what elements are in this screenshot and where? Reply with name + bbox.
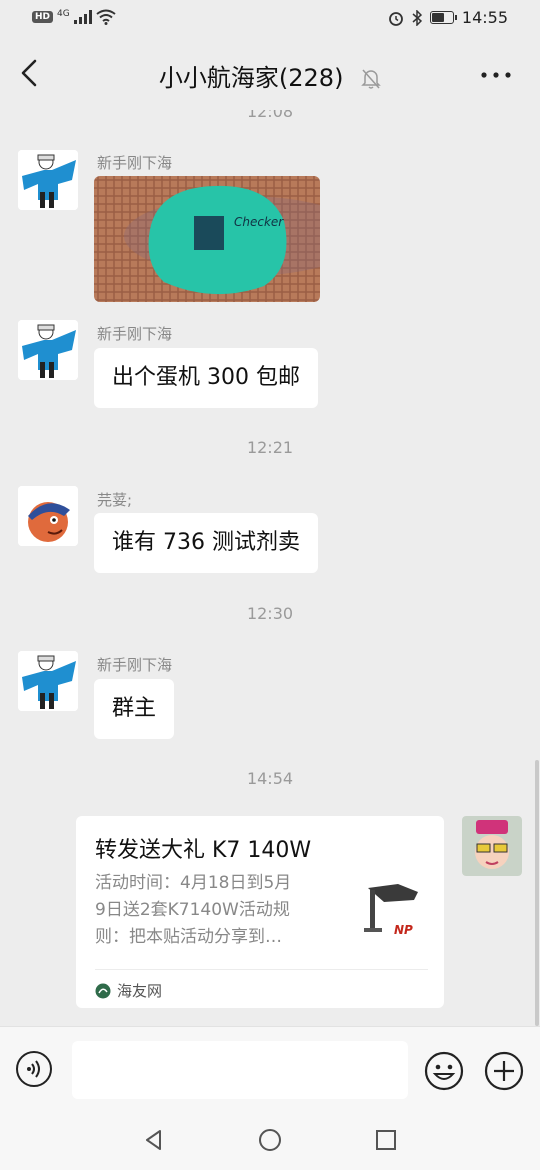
bell-off-icon <box>361 69 381 89</box>
bluetooth-icon <box>412 9 422 26</box>
timestamp: 12:21 <box>246 438 294 457</box>
network-label: 4G <box>57 9 70 19</box>
avatar[interactable] <box>18 486 78 546</box>
card-thumb-brand: NP <box>394 923 413 937</box>
divider <box>95 969 428 970</box>
scrollbar[interactable] <box>535 760 539 1026</box>
message-bubble[interactable]: 谁有 736 测试剂卖 <box>94 513 318 573</box>
chat-title: 小小航海家(228) <box>158 64 344 92</box>
message-bubble[interactable]: 出个蛋机 300 包邮 <box>94 348 318 408</box>
emoji-icon[interactable] <box>424 1051 464 1091</box>
nav-back-icon[interactable] <box>142 1128 166 1152</box>
sender-name: 新手刚下海 <box>97 154 173 172</box>
avatar[interactable] <box>462 816 522 876</box>
signal-icon <box>73 10 92 24</box>
input-bar <box>0 1026 540 1111</box>
sender-name: 芫荽; <box>97 491 133 509</box>
hd-badge: HD <box>32 11 54 23</box>
voice-icon <box>27 1060 40 1078</box>
message-input[interactable] <box>72 1041 408 1099</box>
card-title: 转发送大礼 K7 140W <box>95 838 312 863</box>
link-card-message[interactable]: 转发送大礼 K7 140W 活动时间：4月18日到5月 9日送2套K7140W活… <box>76 816 444 1008</box>
nav-home-icon[interactable] <box>258 1128 282 1152</box>
card-thumbnail: NP <box>358 878 422 942</box>
avatar[interactable] <box>18 150 78 210</box>
image-message[interactable]: Checker <box>94 176 320 302</box>
timestamp: 14:54 <box>246 769 294 788</box>
sender-name: 新手刚下海 <box>97 325 173 343</box>
system-nav-bar <box>0 1110 540 1170</box>
sender-name: 新手刚下海 <box>97 656 173 674</box>
card-description: 活动时间：4月18日到5月 9日送2套K7140W活动规 则：把本贴活动分享到… <box>95 873 292 947</box>
more-dots-icon[interactable] <box>478 60 514 90</box>
voice-button[interactable] <box>16 1051 52 1087</box>
card-source-name: 海友网 <box>117 982 163 1000</box>
message-bubble[interactable]: 群主 <box>94 679 175 739</box>
avatar[interactable] <box>18 651 78 711</box>
nav-recents-icon[interactable] <box>374 1128 398 1152</box>
alarm-icon <box>388 11 403 26</box>
avatar[interactable] <box>18 320 78 380</box>
battery-icon <box>429 11 457 24</box>
status-bar: HD 4G 14:55 <box>0 0 540 38</box>
battery-level <box>431 13 444 22</box>
wifi-icon <box>96 9 116 25</box>
status-time: 14:55 <box>461 8 508 27</box>
svg-text:Checker: Checker <box>234 215 284 229</box>
timestamp: 12:30 <box>246 604 294 623</box>
plus-icon[interactable] <box>484 1051 524 1091</box>
chat-header: 小小航海家(228) <box>0 38 540 110</box>
source-logo-icon <box>95 983 111 998</box>
